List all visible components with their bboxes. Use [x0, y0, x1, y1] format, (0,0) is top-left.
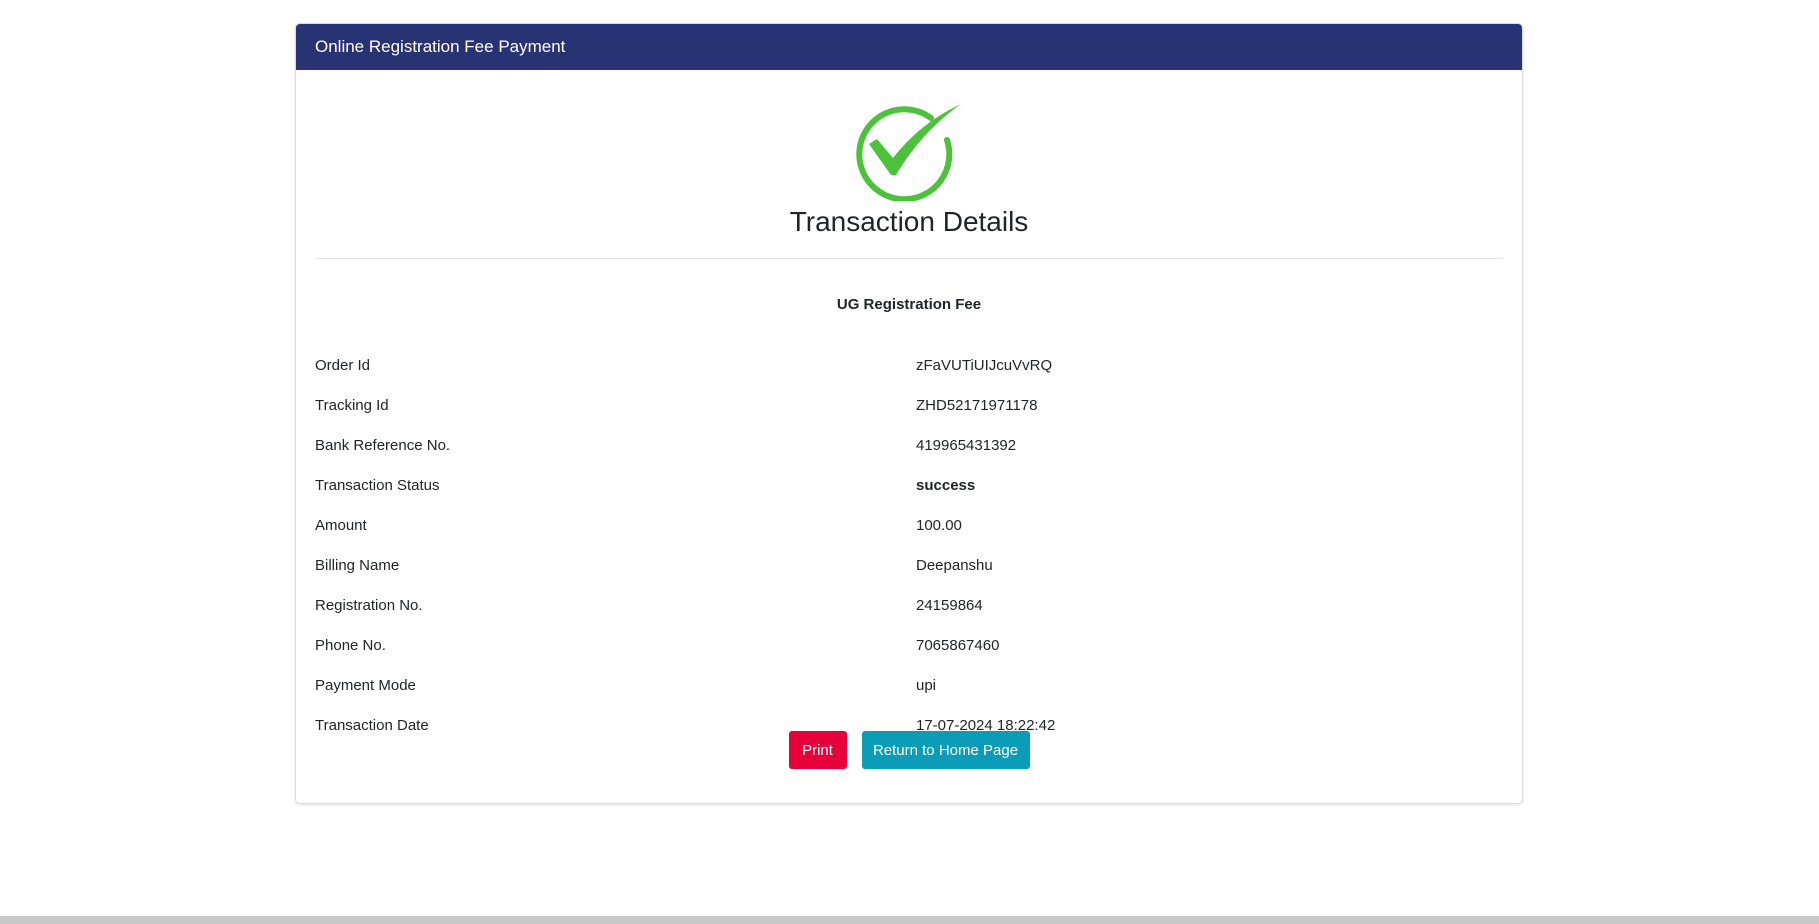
transaction-details-list: Order Id zFaVUTiUIJcuVvRQ Tracking Id ZH… — [315, 345, 1503, 745]
detail-label: Registration No. — [315, 596, 423, 614]
check-circle-icon — [856, 104, 961, 201]
detail-value: 24159864 — [916, 596, 983, 614]
detail-row-billing-name: Billing Name Deepanshu — [315, 545, 1503, 585]
detail-row-payment-mode: Payment Mode upi — [315, 665, 1503, 705]
detail-label: Amount — [315, 516, 367, 534]
detail-row-phone-no: Phone No. 7065867460 — [315, 625, 1503, 665]
print-button[interactable]: Print — [788, 731, 847, 769]
card-header-title: Online Registration Fee Payment — [315, 37, 566, 56]
success-icon-container — [296, 101, 1522, 201]
return-home-button[interactable]: Return to Home Page — [861, 731, 1030, 769]
divider — [315, 258, 1503, 259]
action-buttons: Print Return to Home Page — [296, 731, 1522, 769]
detail-row-bank-reference: Bank Reference No. 419965431392 — [315, 425, 1503, 465]
fee-title: UG Registration Fee — [836, 296, 982, 313]
detail-value: upi — [916, 676, 937, 694]
payment-card: Online Registration Fee Payment Transact… — [295, 23, 1523, 804]
detail-row-tracking-id: Tracking Id ZHD52171971178 — [315, 385, 1503, 425]
detail-value: 419965431392 — [916, 436, 1017, 454]
detail-value: zFaVUTiUIJcuVvRQ — [916, 356, 1053, 374]
detail-label: Phone No. — [315, 636, 386, 654]
detail-row-registration-no: Registration No. 24159864 — [315, 585, 1503, 625]
detail-value: 100.00 — [916, 516, 962, 534]
detail-row-transaction-status: Transaction Status success — [315, 465, 1503, 505]
detail-label: Order Id — [315, 356, 371, 374]
status-value: success — [916, 476, 976, 494]
page-title: Transaction Details — [789, 206, 1029, 237]
detail-label: Payment Mode — [315, 676, 416, 694]
detail-value: Deepanshu — [916, 556, 993, 574]
horizontal-scrollbar[interactable] — [0, 916, 1819, 924]
detail-value: 7065867460 — [916, 636, 1000, 654]
detail-label: Billing Name — [315, 556, 400, 574]
detail-label: Tracking Id — [315, 396, 389, 414]
detail-row-order-id: Order Id zFaVUTiUIJcuVvRQ — [315, 345, 1503, 385]
detail-value: ZHD52171971178 — [916, 396, 1038, 414]
detail-row-amount: Amount 100.00 — [315, 505, 1503, 545]
card-header: Online Registration Fee Payment — [296, 24, 1522, 70]
detail-label: Transaction Status — [315, 476, 440, 494]
detail-label: Bank Reference No. — [315, 436, 451, 454]
